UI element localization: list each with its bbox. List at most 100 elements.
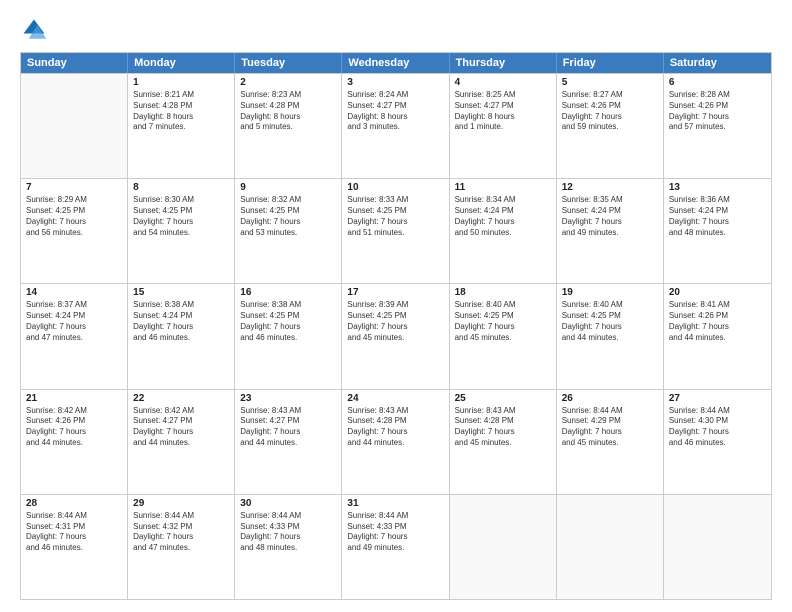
cal-cell: 12Sunrise: 8:35 AM Sunset: 4:24 PM Dayli…	[557, 179, 664, 283]
cal-cell-content: Sunrise: 8:44 AM Sunset: 4:32 PM Dayligh…	[133, 511, 229, 554]
cal-cell-content: Sunrise: 8:21 AM Sunset: 4:28 PM Dayligh…	[133, 90, 229, 133]
cal-header-day: Tuesday	[235, 53, 342, 73]
cal-day-number: 28	[26, 498, 122, 509]
cal-cell-content: Sunrise: 8:38 AM Sunset: 4:25 PM Dayligh…	[240, 300, 336, 343]
cal-cell-content: Sunrise: 8:38 AM Sunset: 4:24 PM Dayligh…	[133, 300, 229, 343]
cal-cell-content: Sunrise: 8:32 AM Sunset: 4:25 PM Dayligh…	[240, 195, 336, 238]
cal-day-number: 4	[455, 77, 551, 88]
cal-day-number: 22	[133, 393, 229, 404]
cal-day-number: 16	[240, 287, 336, 298]
cal-day-number: 25	[455, 393, 551, 404]
cal-cell-content: Sunrise: 8:27 AM Sunset: 4:26 PM Dayligh…	[562, 90, 658, 133]
cal-day-number: 31	[347, 498, 443, 509]
cal-cell: 6 Sunrise: 8:28 AM Sunset: 4:26 PM Daylig…	[664, 74, 771, 178]
cal-cell: 27Sunrise: 8:44 AM Sunset: 4:30 PM Dayli…	[664, 390, 771, 494]
cal-cell	[21, 74, 128, 178]
logo-icon	[20, 16, 48, 44]
cal-cell: 2 Sunrise: 8:23 AM Sunset: 4:28 PM Daylig…	[235, 74, 342, 178]
cal-cell: 1 Sunrise: 8:21 AM Sunset: 4:28 PM Daylig…	[128, 74, 235, 178]
cal-cell	[450, 495, 557, 599]
cal-cell: 19 Sunrise: 8:40 AM Sunset: 4:25 PM Dayli…	[557, 284, 664, 388]
cal-cell: 7 Sunrise: 8:29 AM Sunset: 4:25 PM Daylig…	[21, 179, 128, 283]
cal-day-number: 29	[133, 498, 229, 509]
calendar: SundayMondayTuesdayWednesdayThursdayFrid…	[20, 52, 772, 600]
cal-day-number: 2	[240, 77, 336, 88]
cal-cell: 16 Sunrise: 8:38 AM Sunset: 4:25 PM Dayli…	[235, 284, 342, 388]
cal-cell: 11 Sunrise: 8:34 AM Sunset: 4:24 PM Dayli…	[450, 179, 557, 283]
cal-cell: 18 Sunrise: 8:40 AM Sunset: 4:25 PM Dayli…	[450, 284, 557, 388]
cal-day-number: 15	[133, 287, 229, 298]
cal-cell-content: Sunrise: 8:44 AM Sunset: 4:29 PM Dayligh…	[562, 406, 658, 449]
cal-header-day: Monday	[128, 53, 235, 73]
cal-cell-content: Sunrise: 8:44 AM Sunset: 4:33 PM Dayligh…	[347, 511, 443, 554]
cal-cell: 20 Sunrise: 8:41 AM Sunset: 4:26 PM Dayli…	[664, 284, 771, 388]
cal-cell-content: Sunrise: 8:43 AM Sunset: 4:28 PM Dayligh…	[455, 406, 551, 449]
cal-day-number: 21	[26, 393, 122, 404]
cal-day-number: 17	[347, 287, 443, 298]
cal-cell: 8 Sunrise: 8:30 AM Sunset: 4:25 PM Daylig…	[128, 179, 235, 283]
cal-day-number: 19	[562, 287, 658, 298]
cal-day-number: 26	[562, 393, 658, 404]
cal-cell: 4 Sunrise: 8:25 AM Sunset: 4:27 PM Daylig…	[450, 74, 557, 178]
cal-cell: 3 Sunrise: 8:24 AM Sunset: 4:27 PM Daylig…	[342, 74, 449, 178]
cal-cell-content: Sunrise: 8:33 AM Sunset: 4:25 PM Dayligh…	[347, 195, 443, 238]
cal-day-number: 3	[347, 77, 443, 88]
cal-cell-content: Sunrise: 8:42 AM Sunset: 4:26 PM Dayligh…	[26, 406, 122, 449]
cal-cell-content: Sunrise: 8:30 AM Sunset: 4:25 PM Dayligh…	[133, 195, 229, 238]
cal-cell: 23Sunrise: 8:43 AM Sunset: 4:27 PM Dayli…	[235, 390, 342, 494]
cal-cell-content: Sunrise: 8:29 AM Sunset: 4:25 PM Dayligh…	[26, 195, 122, 238]
cal-cell-content: Sunrise: 8:23 AM Sunset: 4:28 PM Dayligh…	[240, 90, 336, 133]
cal-cell: 31 Sunrise: 8:44 AM Sunset: 4:33 PM Dayli…	[342, 495, 449, 599]
cal-day-number: 27	[669, 393, 766, 404]
cal-cell-content: Sunrise: 8:44 AM Sunset: 4:31 PM Dayligh…	[26, 511, 122, 554]
cal-header-day: Wednesday	[342, 53, 449, 73]
cal-cell-content: Sunrise: 8:41 AM Sunset: 4:26 PM Dayligh…	[669, 300, 766, 343]
cal-week-1: 1 Sunrise: 8:21 AM Sunset: 4:28 PM Daylig…	[21, 73, 771, 178]
cal-cell: 17 Sunrise: 8:39 AM Sunset: 4:25 PM Dayli…	[342, 284, 449, 388]
page: SundayMondayTuesdayWednesdayThursdayFrid…	[0, 0, 792, 612]
cal-header-day: Saturday	[664, 53, 771, 73]
cal-cell-content: Sunrise: 8:37 AM Sunset: 4:24 PM Dayligh…	[26, 300, 122, 343]
cal-cell-content: Sunrise: 8:39 AM Sunset: 4:25 PM Dayligh…	[347, 300, 443, 343]
cal-day-number: 9	[240, 182, 336, 193]
cal-cell: 21 Sunrise: 8:42 AM Sunset: 4:26 PM Dayli…	[21, 390, 128, 494]
cal-day-number: 13	[669, 182, 766, 193]
cal-cell-content: Sunrise: 8:42 AM Sunset: 4:27 PM Dayligh…	[133, 406, 229, 449]
cal-day-number: 6	[669, 77, 766, 88]
cal-cell: 13 Sunrise: 8:36 AM Sunset: 4:24 PM Dayli…	[664, 179, 771, 283]
cal-cell: 5 Sunrise: 8:27 AM Sunset: 4:26 PM Daylig…	[557, 74, 664, 178]
cal-cell-content: Sunrise: 8:25 AM Sunset: 4:27 PM Dayligh…	[455, 90, 551, 133]
calendar-body: 1 Sunrise: 8:21 AM Sunset: 4:28 PM Daylig…	[21, 73, 771, 599]
cal-cell-content: Sunrise: 8:24 AM Sunset: 4:27 PM Dayligh…	[347, 90, 443, 133]
cal-cell: 15 Sunrise: 8:38 AM Sunset: 4:24 PM Dayli…	[128, 284, 235, 388]
cal-day-number: 30	[240, 498, 336, 509]
cal-day-number: 18	[455, 287, 551, 298]
cal-cell: 29 Sunrise: 8:44 AM Sunset: 4:32 PM Dayli…	[128, 495, 235, 599]
cal-day-number: 12	[562, 182, 658, 193]
cal-cell: 25 Sunrise: 8:43 AM Sunset: 4:28 PM Dayli…	[450, 390, 557, 494]
cal-day-number: 8	[133, 182, 229, 193]
cal-cell-content: Sunrise: 8:40 AM Sunset: 4:25 PM Dayligh…	[562, 300, 658, 343]
cal-day-number: 10	[347, 182, 443, 193]
cal-cell-content: Sunrise: 8:28 AM Sunset: 4:26 PM Dayligh…	[669, 90, 766, 133]
cal-cell-content: Sunrise: 8:34 AM Sunset: 4:24 PM Dayligh…	[455, 195, 551, 238]
cal-week-5: 28 Sunrise: 8:44 AM Sunset: 4:31 PM Dayli…	[21, 494, 771, 599]
cal-cell: 24Sunrise: 8:43 AM Sunset: 4:28 PM Dayli…	[342, 390, 449, 494]
cal-cell: 28 Sunrise: 8:44 AM Sunset: 4:31 PM Dayli…	[21, 495, 128, 599]
cal-day-number: 5	[562, 77, 658, 88]
cal-day-number: 20	[669, 287, 766, 298]
cal-header-day: Sunday	[21, 53, 128, 73]
cal-day-number: 11	[455, 182, 551, 193]
cal-cell: 14 Sunrise: 8:37 AM Sunset: 4:24 PM Dayli…	[21, 284, 128, 388]
cal-cell-content: Sunrise: 8:36 AM Sunset: 4:24 PM Dayligh…	[669, 195, 766, 238]
cal-cell-content: Sunrise: 8:40 AM Sunset: 4:25 PM Dayligh…	[455, 300, 551, 343]
cal-day-number: 7	[26, 182, 122, 193]
cal-day-number: 1	[133, 77, 229, 88]
cal-cell	[557, 495, 664, 599]
cal-week-3: 14 Sunrise: 8:37 AM Sunset: 4:24 PM Dayli…	[21, 283, 771, 388]
cal-week-2: 7 Sunrise: 8:29 AM Sunset: 4:25 PM Daylig…	[21, 178, 771, 283]
cal-cell: 22 Sunrise: 8:42 AM Sunset: 4:27 PM Dayli…	[128, 390, 235, 494]
cal-cell: 30Sunrise: 8:44 AM Sunset: 4:33 PM Dayli…	[235, 495, 342, 599]
cal-header-day: Thursday	[450, 53, 557, 73]
cal-day-number: 14	[26, 287, 122, 298]
